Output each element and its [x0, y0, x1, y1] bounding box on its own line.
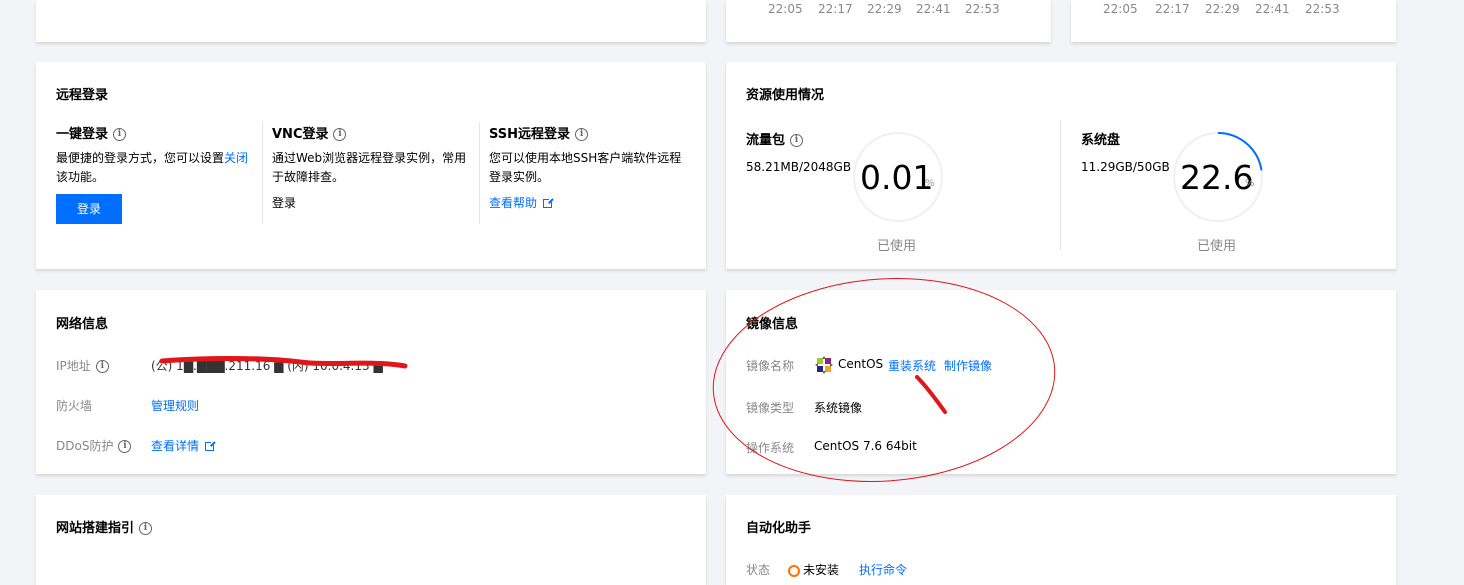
- vnc-login-desc: 通过Web浏览器远程登录实例，常用于故障排查。: [272, 151, 467, 184]
- traffic-percent-unit: %: [925, 178, 935, 189]
- disk-percent-unit: %: [1245, 178, 1255, 189]
- top-chart-card-2: 22:05 22:17 22:29 22:41 22:53: [1071, 0, 1396, 42]
- info-icon[interactable]: i: [139, 522, 153, 535]
- tick: 22:05: [768, 2, 803, 16]
- tick: 22:17: [818, 2, 853, 16]
- tick: 22:05: [1103, 2, 1138, 16]
- one-click-login-heading: 一键登录 i: [56, 123, 127, 142]
- top-left-card: [36, 0, 706, 42]
- external-link-icon: [205, 440, 217, 451]
- ddos-label: DDoS防护 i: [56, 437, 132, 454]
- image-type-label: 镜像类型: [746, 401, 795, 415]
- os-label: 操作系统: [746, 441, 795, 455]
- top-chart-card-1: 22:05 22:17 22:29 22:41 22:53: [726, 0, 1051, 42]
- info-icon[interactable]: i: [95, 360, 109, 373]
- divider: [479, 122, 480, 224]
- warning-icon: [788, 564, 800, 577]
- login-button[interactable]: 登录: [56, 194, 122, 224]
- make-image-link[interactable]: 制作镜像: [944, 357, 992, 374]
- disk-used-caption: 已使用: [1197, 239, 1237, 254]
- reinstall-system-link[interactable]: 重装系统: [888, 357, 936, 374]
- disk-heading: 系统盘: [1081, 133, 1121, 148]
- vnc-login-heading: VNC登录 i: [272, 123, 347, 142]
- image-name-label: 镜像名称: [746, 359, 795, 373]
- resource-usage-title: 资源使用情况: [746, 88, 825, 103]
- tick: 22:29: [1205, 2, 1240, 16]
- automation-status: 未安装: [788, 561, 839, 578]
- disable-link[interactable]: 关闭: [224, 151, 248, 165]
- os-value: CentOS 7.6 64bit: [814, 439, 917, 453]
- external-link-icon: [543, 197, 555, 208]
- manage-rules-link[interactable]: 管理规则: [151, 397, 199, 414]
- vnc-login-link[interactable]: 登录: [272, 194, 296, 213]
- disk-amount: 11.29GB/50GB: [1081, 160, 1170, 174]
- tick: 22:41: [916, 2, 951, 16]
- network-info-title: 网络信息: [56, 317, 109, 332]
- ip-value: (公) 1█.███.211.16 ▆ (内) 10.0.4.13 ▆: [151, 359, 383, 373]
- image-type-value: 系统镜像: [814, 401, 863, 415]
- image-info-title: 镜像信息: [746, 317, 799, 332]
- tick: 22:17: [1155, 2, 1190, 16]
- info-icon[interactable]: i: [118, 440, 132, 453]
- traffic-used-caption: 已使用: [877, 239, 917, 254]
- image-info-card: 镜像信息 镜像名称 CentOS 重装系统 制作镜像 镜像类型 系统镜像 操作系…: [726, 290, 1396, 474]
- website-guide-title: 网站搭建指引 i: [56, 517, 153, 536]
- ssh-help-link[interactable]: 查看帮助: [489, 194, 555, 213]
- info-icon[interactable]: i: [113, 128, 127, 141]
- resource-usage-card: 资源使用情况 流量包 i 58.21MB/2048GB 0.01 % 已使用 系统…: [726, 62, 1396, 269]
- traffic-heading: 流量包 i: [746, 129, 804, 148]
- info-icon[interactable]: i: [333, 128, 347, 141]
- centos-logo-icon: [815, 356, 833, 374]
- ssh-login-heading: SSH远程登录 i: [489, 123, 589, 142]
- divider: [1060, 120, 1061, 250]
- ip-label: IP地址 i: [56, 357, 109, 374]
- firewall-label: 防火墙: [56, 399, 93, 413]
- one-click-login-desc: 最便捷的登录方式，您可以设置关闭该功能。: [56, 151, 249, 184]
- automation-status-label: 状态: [746, 563, 771, 577]
- run-command-link[interactable]: 执行命令: [859, 561, 907, 578]
- tick: 22:41: [1255, 2, 1290, 16]
- ddos-details-link[interactable]: 查看详情: [151, 437, 217, 454]
- traffic-amount: 58.21MB/2048GB: [746, 160, 852, 174]
- divider: [262, 122, 263, 224]
- tick: 22:53: [965, 2, 1000, 16]
- image-name-value: CentOS: [838, 357, 884, 371]
- network-info-card: 网络信息 IP地址 i (公) 1█.███.211.16 ▆ (内) 10.0.…: [36, 290, 706, 474]
- remote-login-card: 远程登录 一键登录 i 最便捷的登录方式，您可以设置关闭该功能。 登录 VNC登录…: [36, 62, 706, 269]
- automation-title: 自动化助手: [746, 521, 812, 536]
- traffic-percent-value: 0.01: [860, 158, 934, 197]
- remote-login-title: 远程登录: [56, 88, 109, 103]
- ssh-login-desc: 您可以使用本地SSH客户端软件远程登录实例。: [489, 151, 682, 184]
- info-icon[interactable]: i: [790, 134, 804, 147]
- disk-percent-value: 22.6: [1180, 158, 1254, 197]
- tick: 22:29: [867, 2, 902, 16]
- info-icon[interactable]: i: [575, 128, 589, 141]
- tick: 22:53: [1305, 2, 1340, 16]
